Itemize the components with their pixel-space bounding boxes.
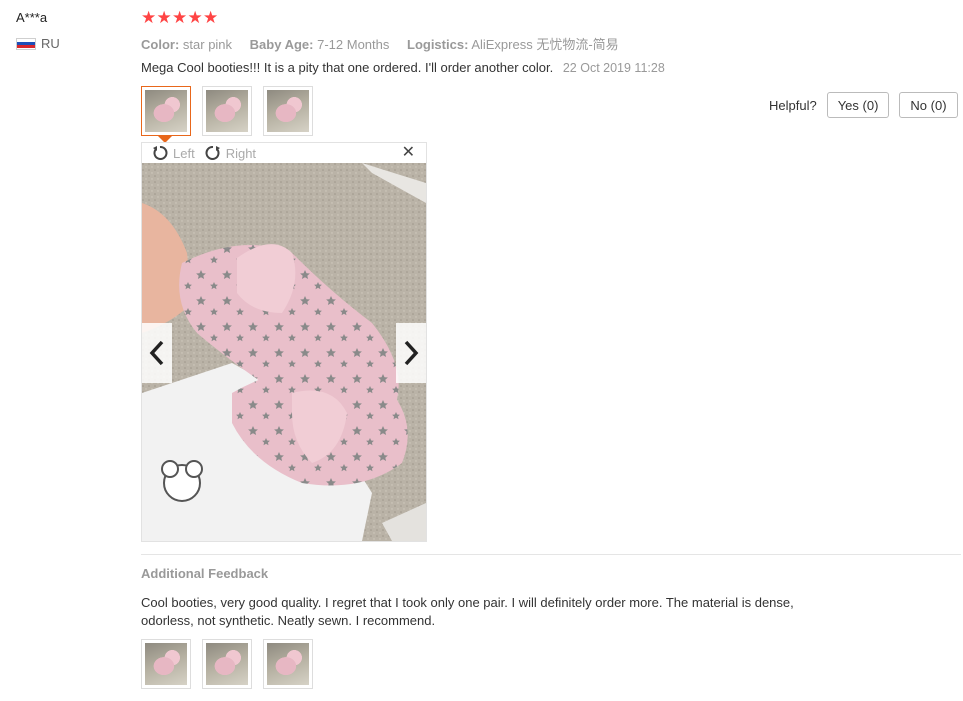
- rating-stars: ★ ★ ★ ★ ★: [141, 9, 219, 27]
- rotate-right-button[interactable]: Right: [205, 145, 256, 161]
- additional-photo-thumb[interactable]: [141, 639, 191, 689]
- booties-photo: [267, 643, 309, 685]
- review-photo-thumbnails: [141, 86, 313, 143]
- attr-value-baby-age: 7-12 Months: [317, 37, 390, 52]
- review-photo-thumb[interactable]: [263, 86, 313, 136]
- star-icon: ★: [187, 8, 203, 27]
- rotate-right-label: Right: [225, 145, 257, 161]
- additional-photo-thumb[interactable]: [202, 639, 252, 689]
- review-body: Mega Cool booties!!! It is a pity that o…: [141, 60, 665, 75]
- attr-label-color: Color:: [141, 37, 180, 52]
- additional-photo-thumb[interactable]: [263, 639, 313, 689]
- star-icon: ★: [203, 8, 219, 27]
- helpful-votes: Helpful? Yes (0) No (0): [769, 92, 958, 118]
- additional-feedback-title: Additional Feedback: [141, 566, 269, 581]
- booties-photo: [206, 90, 248, 132]
- rotate-left-label: Left: [173, 145, 195, 161]
- attr-label-logistics: Logistics:: [407, 37, 469, 52]
- star-icon: ★: [156, 8, 172, 27]
- star-icon: ★: [172, 8, 188, 27]
- review-photo-thumb[interactable]: [141, 86, 191, 143]
- chevron-right-icon: [404, 340, 419, 366]
- product-attributes: Color: star pink Baby Age: 7-12 Months L…: [141, 34, 633, 53]
- additional-photo-thumbnails: [141, 639, 313, 689]
- previous-photo-button[interactable]: [142, 323, 172, 383]
- rotate-left-button[interactable]: Left: [152, 145, 195, 161]
- helpful-yes-button[interactable]: Yes (0): [826, 92, 890, 118]
- booties-photo: [145, 643, 187, 685]
- review-photo-thumb[interactable]: [202, 86, 252, 136]
- booties-photo: [142, 163, 426, 541]
- helpful-label: Helpful?: [769, 97, 817, 113]
- booties-photo: [206, 643, 248, 685]
- rotate-left-icon: [153, 146, 168, 160]
- reviewer-country: RU: [16, 36, 60, 51]
- country-code: RU: [41, 36, 60, 51]
- attr-value-color: star pink: [182, 37, 233, 52]
- booties-photo: [145, 90, 187, 132]
- reviewer-name: A***a: [16, 10, 48, 25]
- review-photo-large: [142, 163, 426, 541]
- photo-viewer: Left Right ✕: [141, 142, 427, 542]
- next-photo-button[interactable]: [396, 323, 426, 383]
- attr-label-baby-age: Baby Age:: [249, 37, 314, 52]
- viewer-toolbar: Left Right ✕: [142, 143, 426, 163]
- review-date: 22 Oct 2019 11:28: [562, 61, 665, 75]
- attr-value-logistics: AliExpress 无忧物流-简易: [471, 37, 619, 52]
- chevron-left-icon: [149, 340, 164, 366]
- rotate-right-icon: [205, 146, 220, 160]
- section-divider: [141, 554, 961, 555]
- review-text: Mega Cool booties!!! It is a pity that o…: [141, 60, 554, 75]
- booties-photo: [267, 90, 309, 132]
- russia-flag-icon: [16, 37, 36, 50]
- helpful-no-button[interactable]: No (0): [899, 92, 958, 118]
- star-icon: ★: [141, 8, 157, 27]
- close-icon[interactable]: ✕: [402, 144, 415, 162]
- additional-feedback-text: Cool booties, very good quality. I regre…: [141, 595, 794, 628]
